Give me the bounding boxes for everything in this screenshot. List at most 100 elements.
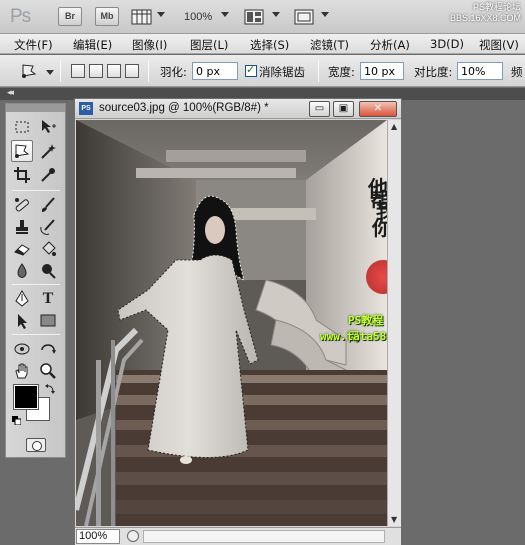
document-status-bar: 100%: [75, 527, 401, 545]
blur-drop-icon: [17, 263, 27, 278]
add-to-selection-icon[interactable]: [89, 64, 103, 78]
dodge-tool[interactable]: [37, 260, 59, 282]
tool-preset-icon[interactable]: [19, 62, 41, 80]
vertical-scrollbar[interactable]: ▲ ▼: [387, 120, 401, 526]
paint-bucket-tool[interactable]: [37, 238, 59, 260]
arrange-dropdown-icon[interactable]: [272, 12, 280, 17]
magnifier-icon: [40, 363, 56, 379]
tools-separator: [12, 190, 60, 191]
quick-selection-tool[interactable]: [37, 140, 59, 162]
hand-tool[interactable]: [11, 360, 33, 382]
anti-alias-checkbox[interactable]: [245, 63, 257, 77]
launch-minibridge-button[interactable]: Mb: [95, 7, 119, 26]
calligraphy-char-4: 帮: [370, 188, 387, 212]
collapse-arrows-icon[interactable]: ◂◂: [7, 88, 14, 98]
menu-layer[interactable]: 图层(L): [190, 37, 228, 53]
crop-icon: [14, 167, 30, 183]
pen-tool[interactable]: [11, 288, 33, 310]
new-selection-icon[interactable]: [71, 64, 85, 78]
quick-mask-button[interactable]: [26, 438, 46, 452]
options-separator: [318, 60, 319, 82]
contrast-input[interactable]: [457, 62, 503, 80]
default-colors-icon[interactable]: [12, 416, 21, 425]
width-label: 宽度:: [328, 65, 355, 79]
eyedropper-tool[interactable]: [37, 164, 59, 186]
menu-select[interactable]: 选择(S): [250, 37, 289, 53]
3d-camera-tool[interactable]: [37, 338, 59, 360]
restore-button[interactable]: ▣: [333, 101, 354, 117]
document-title: source03.jpg @ 100%(RGB/8#) *: [99, 102, 269, 114]
menu-3d[interactable]: 3D(D): [430, 37, 464, 51]
menu-filter[interactable]: 滤镜(T): [310, 37, 349, 53]
3d-rotate-tool[interactable]: [11, 338, 33, 360]
close-button[interactable]: ✕: [359, 101, 397, 117]
rectangular-marquee-tool[interactable]: [11, 116, 33, 138]
menu-edit[interactable]: 编辑(E): [73, 37, 112, 53]
zoom-level-display[interactable]: 100%: [184, 11, 212, 23]
watermark-line-2: BBS.16XX8.COM: [449, 13, 521, 23]
menu-file[interactable]: 文件(F): [14, 37, 53, 53]
minimize-button[interactable]: ▭: [309, 101, 330, 117]
intersect-selection-icon[interactable]: [125, 64, 139, 78]
zoom-tool[interactable]: [37, 360, 59, 382]
tool-preset-dropdown-icon[interactable]: [46, 70, 54, 75]
document-window: PS source03.jpg @ 100%(RGB/8#) * ▭ ▣ ✕ 他…: [74, 98, 402, 545]
healing-brush-icon: [15, 198, 29, 212]
pen-icon: [15, 290, 29, 307]
subtract-from-selection-icon[interactable]: [107, 64, 121, 78]
menu-view[interactable]: 视图(V): [479, 37, 519, 53]
launch-bridge-button[interactable]: Br: [58, 7, 82, 26]
move-tool[interactable]: [37, 116, 59, 138]
path-selection-tool[interactable]: [11, 310, 33, 332]
tools-panel: T: [5, 103, 66, 458]
clone-stamp-tool[interactable]: [11, 216, 33, 238]
arrange-documents-icon[interactable]: [244, 8, 264, 26]
rectangle-tool[interactable]: [37, 310, 59, 332]
dodge-icon: [42, 264, 56, 279]
menu-analysis[interactable]: 分析(A): [370, 37, 410, 53]
contrast-label: 对比度:: [414, 65, 453, 79]
3d-object-icon: [14, 343, 30, 355]
foreground-color-swatch[interactable]: [13, 384, 39, 410]
zoom-dropdown-icon[interactable]: [221, 12, 229, 17]
tools-separator: [12, 284, 60, 285]
horizontal-scrollbar[interactable]: [143, 530, 385, 543]
screen-mode-dropdown-icon[interactable]: [321, 12, 329, 17]
image-canvas[interactable]: 他 她 我 帮 你 PS教程网 www.tata580.com: [76, 120, 387, 526]
feather-input[interactable]: [192, 62, 238, 80]
anti-alias-label: 消除锯齿: [259, 65, 305, 79]
scroll-up-icon[interactable]: ▲: [391, 122, 397, 131]
crop-tool[interactable]: [11, 164, 33, 186]
eraser-tool[interactable]: [11, 238, 33, 260]
magnetic-lasso-tool[interactable]: [11, 140, 33, 162]
feather-label: 羽化:: [160, 65, 187, 79]
scroll-down-icon[interactable]: ▼: [391, 515, 397, 524]
photoshop-document-icon: PS: [79, 102, 93, 115]
document-title-bar[interactable]: PS source03.jpg @ 100%(RGB/8#) * ▭ ▣ ✕: [75, 99, 401, 119]
history-brush-tool[interactable]: [37, 216, 59, 238]
tools-panel-grip[interactable]: [6, 104, 65, 112]
status-zoom-field[interactable]: 100%: [76, 529, 120, 544]
eraser-icon: [14, 244, 30, 256]
type-tool[interactable]: T: [37, 288, 59, 310]
width-input[interactable]: [360, 62, 404, 80]
view-extras-dropdown-icon[interactable]: [157, 12, 165, 17]
swap-colors-icon[interactable]: [44, 383, 56, 395]
brush-tool[interactable]: [37, 194, 59, 216]
brush-icon: [41, 197, 55, 212]
calligraphy-char-5: 你: [372, 216, 387, 240]
screen-mode-icon[interactable]: [294, 8, 314, 26]
options-separator: [60, 60, 61, 82]
photo-scene: 他 她 我: [76, 120, 387, 526]
blur-tool[interactable]: [11, 260, 33, 282]
status-info-icon[interactable]: [127, 530, 139, 542]
magic-wand-icon: [41, 144, 56, 159]
marquee-icon: [15, 121, 29, 133]
forum-watermark: PS教程论坛 BBS.16XX8.COM: [450, 2, 521, 24]
menu-bar: 文件(F) 编辑(E) 图像(I) 图层(L) 选择(S) 滤镜(T) 分析(A…: [0, 34, 525, 54]
view-extras-icon[interactable]: [131, 8, 153, 26]
menu-image[interactable]: 图像(I): [132, 37, 167, 53]
spot-healing-tool[interactable]: [11, 194, 33, 216]
workspace-background: [403, 100, 525, 545]
options-bar: 羽化: 消除锯齿 宽度: 对比度: 频: [0, 55, 525, 87]
